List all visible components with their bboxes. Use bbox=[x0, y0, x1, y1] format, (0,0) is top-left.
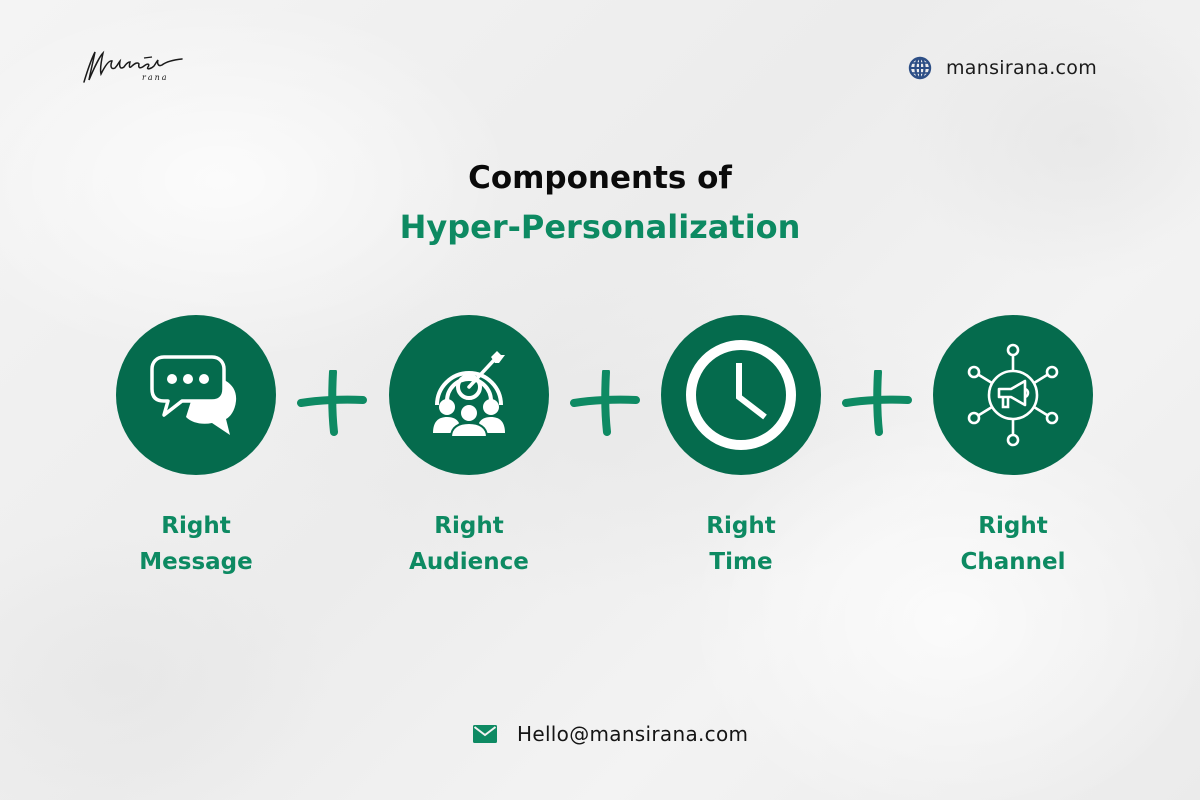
email-contact[interactable]: Hello@mansirana.com bbox=[473, 722, 748, 746]
component-time bbox=[661, 315, 821, 475]
label-right-channel: Right Channel bbox=[960, 513, 1066, 575]
label-right-message: Right Message bbox=[139, 513, 253, 575]
email-address[interactable]: Hello@mansirana.com bbox=[517, 722, 748, 746]
brand-logo: rana bbox=[78, 44, 198, 88]
globe-icon bbox=[908, 56, 932, 80]
website-link[interactable]: mansirana.com bbox=[908, 56, 1097, 80]
clock-icon bbox=[686, 340, 796, 450]
mail-icon bbox=[473, 725, 497, 743]
signature-logo-icon: rana bbox=[83, 50, 183, 83]
component-audience bbox=[389, 315, 549, 475]
website-url[interactable]: mansirana.com bbox=[946, 57, 1097, 79]
megaphone-network-icon bbox=[967, 343, 1059, 447]
component-channel bbox=[933, 315, 1093, 475]
label-right-time: Right Time bbox=[706, 513, 776, 575]
svg-text:rana: rana bbox=[142, 73, 169, 82]
title-line-2: Hyper-Personalization bbox=[399, 208, 801, 246]
plus-icon bbox=[842, 370, 912, 436]
plus-icon bbox=[570, 370, 640, 436]
target-audience-icon bbox=[433, 351, 505, 438]
component-message bbox=[116, 315, 276, 475]
plus-icon bbox=[297, 370, 367, 436]
chat-bubbles-icon bbox=[150, 355, 237, 435]
title-line-1: Components of bbox=[468, 160, 732, 196]
label-right-audience: Right Audience bbox=[409, 513, 529, 575]
